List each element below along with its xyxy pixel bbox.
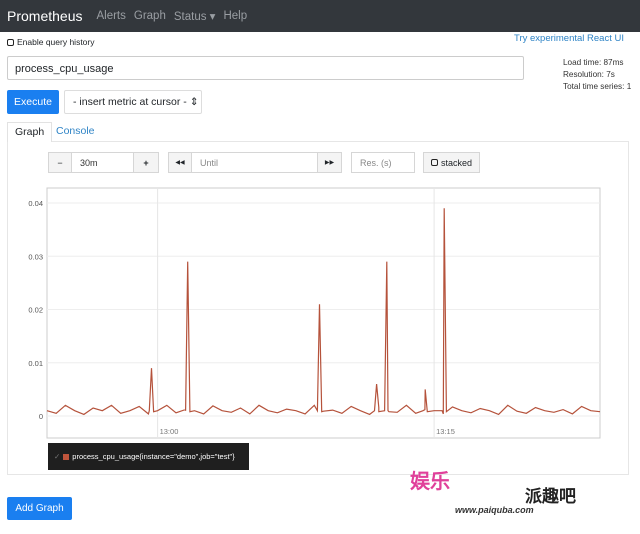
y-tick-label: 0.01 (28, 359, 43, 368)
nav-alerts[interactable]: Alerts (96, 10, 125, 22)
tab-console[interactable]: Console (49, 122, 102, 142)
react-ui-link[interactable]: Try experimental React UI (514, 33, 624, 44)
y-tick-label: 0 (39, 412, 43, 421)
query-history-label: Enable query history (17, 37, 95, 47)
caret-down-icon: ▾ (209, 11, 216, 23)
graph-chart[interactable]: 0 0.01 0.02 0.03 0.04 13:00 13:15 (0, 180, 640, 445)
resolution: Resolution: 7s (563, 70, 615, 79)
range-input[interactable]: 30m (71, 152, 134, 173)
resolution-input[interactable]: Res. (s) (351, 152, 415, 173)
y-tick-label: 0.04 (28, 199, 43, 208)
until-input[interactable]: Until (191, 152, 318, 173)
range-increase-button[interactable]: + (133, 152, 159, 173)
query-history-toggle[interactable]: Enable query history (7, 37, 95, 47)
nav-status-label: Status (173, 11, 207, 23)
tab-graph[interactable]: Graph (7, 122, 53, 142)
brand-link[interactable]: Prometheus (7, 8, 82, 24)
nav-help[interactable]: Help (223, 10, 247, 22)
checkbox-icon[interactable] (7, 39, 14, 47)
checkbox-icon (430, 159, 438, 166)
x-tick-label: 13:15 (436, 427, 455, 436)
stacked-toggle[interactable]: stacked (423, 152, 480, 173)
nav-status[interactable]: Status ▾ (174, 9, 216, 23)
plot-area (46, 187, 601, 439)
series-line (46, 208, 601, 416)
nav-graph[interactable]: Graph (134, 10, 166, 22)
watermark-logo: 娱乐 (410, 471, 450, 493)
x-tick-label: 13:00 (160, 427, 179, 436)
select-arrows-icon: ⇕ (189, 96, 199, 108)
navbar: Prometheus Alerts Graph Status ▾ Help (0, 0, 640, 32)
metric-select-value: - insert metric at cursor - (73, 96, 187, 108)
y-tick-label: 0.03 (28, 252, 43, 261)
metric-select[interactable]: - insert metric at cursor - ⇕ (64, 90, 202, 114)
execute-button[interactable]: Execute (7, 90, 59, 114)
time-back-button[interactable]: ◀◀ (168, 152, 192, 173)
watermark-brand: 派趣吧 (525, 487, 576, 506)
series-color-swatch (63, 453, 70, 460)
graph-legend[interactable]: ✓ process_cpu_usage{instance="demo",job="… (48, 443, 249, 470)
legend-series-label: process_cpu_usage{instance="demo",job="t… (72, 452, 235, 461)
stacked-label: stacked (440, 157, 473, 168)
range-decrease-button[interactable]: − (48, 152, 72, 173)
watermark-url: www.paiquba.com (455, 505, 534, 515)
total-series: Total time series: 1 (563, 82, 632, 91)
y-tick-label: 0.02 (28, 306, 43, 315)
query-stats: Load time: 87ms Resolution: 7s Total tim… (563, 57, 631, 93)
add-graph-button[interactable]: Add Graph (7, 497, 72, 520)
time-forward-button[interactable]: ▶▶ (317, 152, 342, 173)
expression-input[interactable]: process_cpu_usage (7, 56, 524, 80)
load-time: Load time: 87ms (563, 58, 624, 67)
check-icon: ✓ (54, 452, 61, 461)
